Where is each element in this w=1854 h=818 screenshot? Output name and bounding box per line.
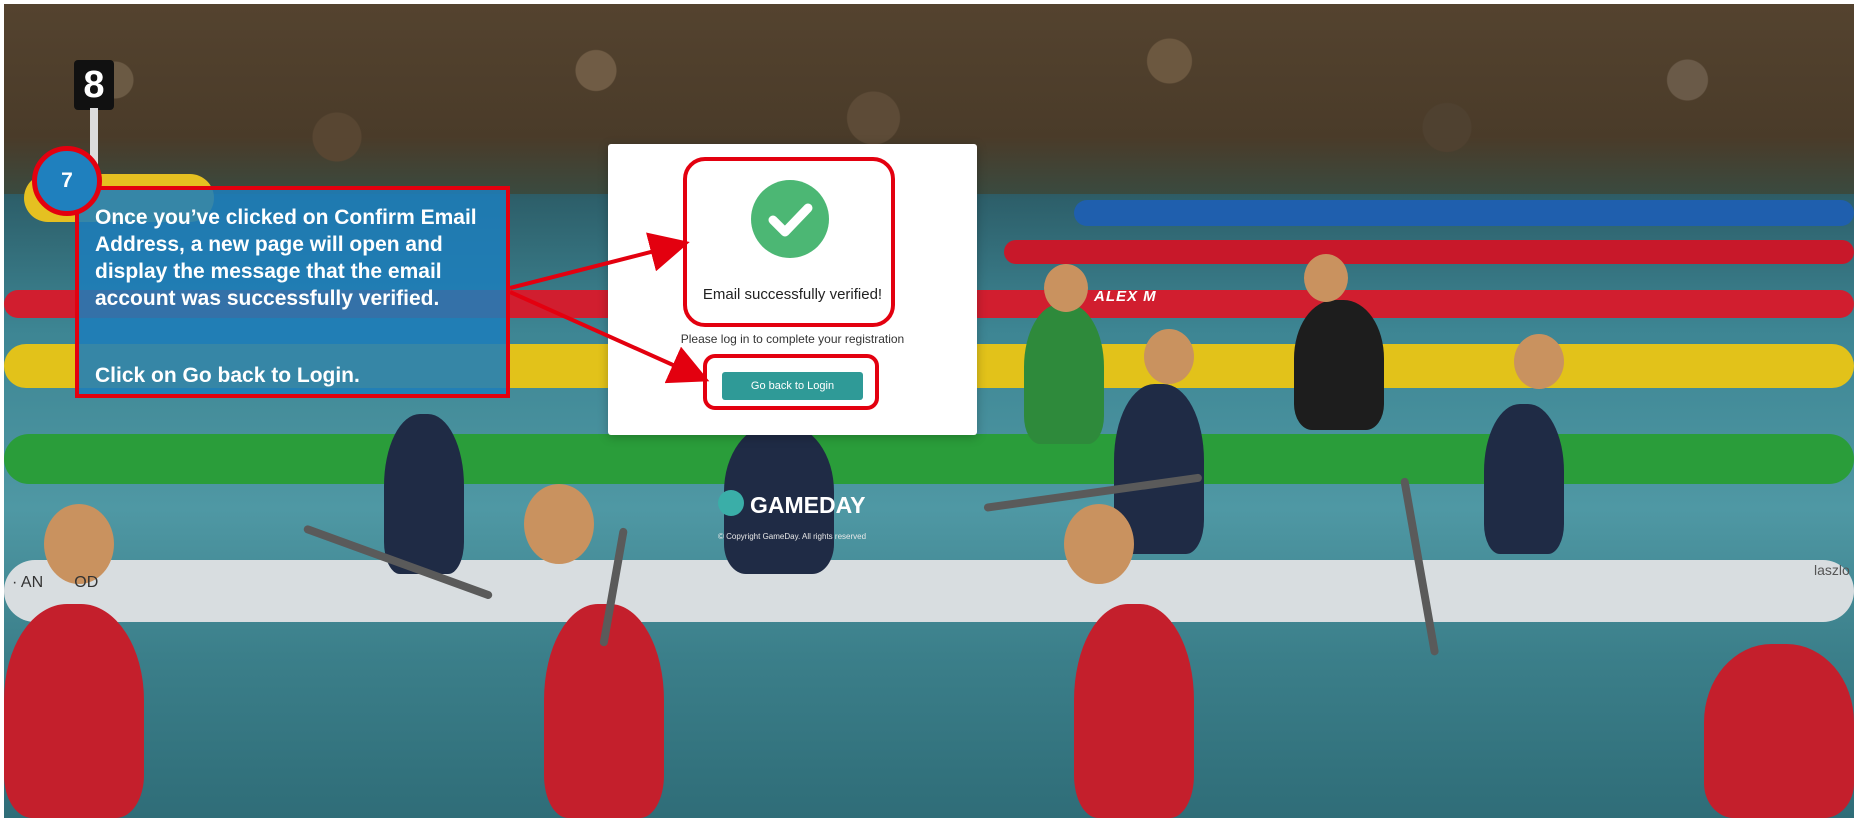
arrow-to-button [509,290,710,384]
callout-action-text: Click on Go back to Login. [95,364,360,387]
step-number-badge: 7 [32,146,102,216]
instruction-callout: Once you’ve clicked on Confirm Email Add… [75,186,510,398]
arrow-to-message [509,232,690,290]
callout-instruction-text: Once you’ve clicked on Confirm Email Add… [95,206,477,310]
callout-arrows [509,232,710,384]
